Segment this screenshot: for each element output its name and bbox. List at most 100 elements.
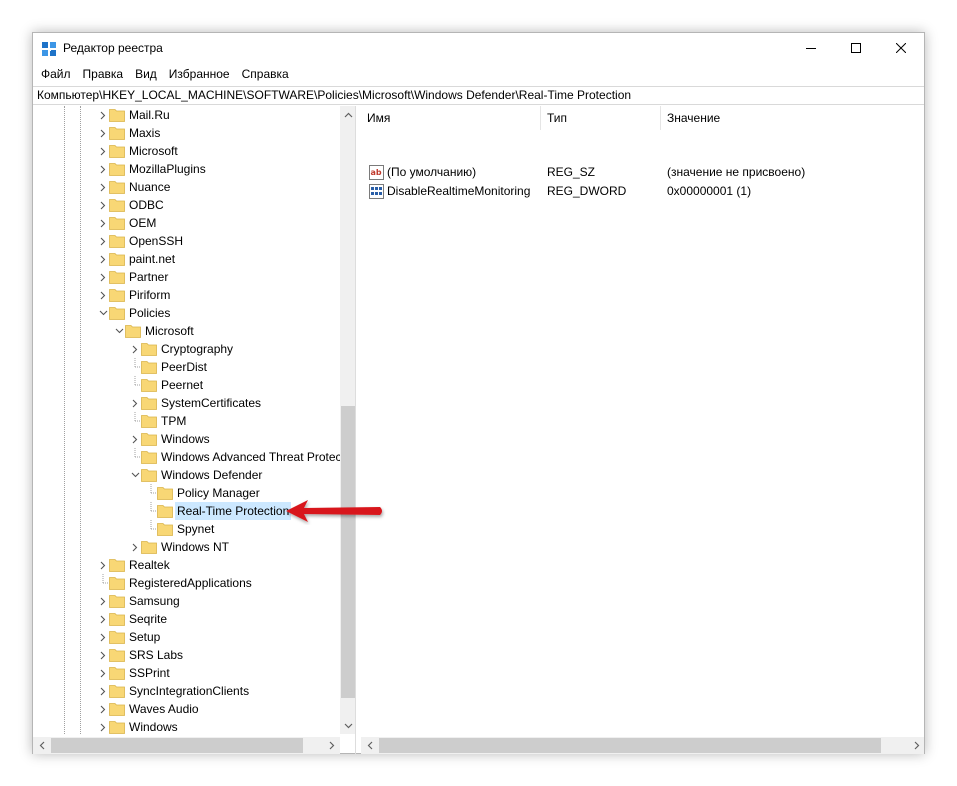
menu-file[interactable]: Файл <box>35 64 77 84</box>
collapse-chevron-down-icon[interactable] <box>129 466 141 484</box>
folder-icon <box>109 613 125 626</box>
expand-chevron-right-icon[interactable] <box>129 430 141 448</box>
folder-icon <box>109 109 125 122</box>
tree-node[interactable]: Waves Audio <box>33 700 340 718</box>
tree-connector-icon <box>129 376 141 394</box>
values-horizontal-scrollbar[interactable] <box>361 737 924 754</box>
value-type: REG_DWORD <box>547 184 627 198</box>
menu-help[interactable]: Справка <box>236 64 295 84</box>
expand-chevron-right-icon[interactable] <box>97 250 109 268</box>
tree-node[interactable]: Windows NT <box>33 538 340 556</box>
value-row[interactable]: ab (По умолчанию) REG_SZ (значение не пр… <box>361 163 924 182</box>
tree-node[interactable]: paint.net <box>33 250 340 268</box>
value-row[interactable]: DisableRealtimeMonitoring REG_DWORD 0x00… <box>361 182 924 201</box>
tree-node[interactable]: Setup <box>33 628 340 646</box>
chevron-up-icon <box>344 112 353 117</box>
column-header-type[interactable]: Тип <box>541 106 661 130</box>
expand-chevron-right-icon[interactable] <box>129 340 141 358</box>
expand-chevron-right-icon[interactable] <box>97 682 109 700</box>
folder-icon <box>157 505 173 518</box>
value-name: DisableRealtimeMonitoring <box>387 184 531 198</box>
expand-chevron-right-icon[interactable] <box>97 142 109 160</box>
tree-node[interactable]: Mail.Ru <box>33 106 340 124</box>
folder-icon <box>109 217 125 230</box>
expand-chevron-right-icon[interactable] <box>97 106 109 124</box>
tree-node[interactable]: OpenSSH <box>33 232 340 250</box>
tree-node[interactable]: Peernet <box>33 376 340 394</box>
expand-chevron-right-icon[interactable] <box>97 124 109 142</box>
expand-chevron-right-icon[interactable] <box>97 232 109 250</box>
folder-icon <box>141 541 157 554</box>
tree-vertical-scroll-thumb[interactable] <box>341 406 355 698</box>
expand-chevron-right-icon[interactable] <box>129 394 141 412</box>
expand-chevron-right-icon[interactable] <box>97 592 109 610</box>
menu-favorites[interactable]: Избранное <box>163 64 236 84</box>
tree-node[interactable]: Windows <box>33 718 340 734</box>
expand-chevron-right-icon[interactable] <box>97 556 109 574</box>
minimize-button[interactable] <box>788 33 834 63</box>
tree-node[interactable]: Windows Defender <box>33 466 340 484</box>
expand-chevron-right-icon[interactable] <box>97 628 109 646</box>
column-header-value[interactable]: Значение <box>661 106 924 130</box>
title-bar[interactable]: Редактор реестра <box>33 33 924 63</box>
close-button[interactable] <box>878 33 924 63</box>
address-bar[interactable]: Компьютер\HKEY_LOCAL_MACHINE\SOFTWARE\Po… <box>33 86 924 105</box>
folder-icon <box>109 559 125 572</box>
expand-chevron-right-icon[interactable] <box>97 178 109 196</box>
tree-vertical-scrollbar[interactable] <box>340 106 355 734</box>
collapse-chevron-down-icon[interactable] <box>113 322 125 340</box>
maximize-button[interactable] <box>833 33 879 63</box>
tree-horizontal-scroll-thumb[interactable] <box>51 738 303 753</box>
tree-node[interactable]: Realtek <box>33 556 340 574</box>
tree-horizontal-scrollbar[interactable] <box>33 737 340 754</box>
tree-node[interactable]: PeerDist <box>33 358 340 376</box>
scroll-down-arrow[interactable] <box>340 717 355 734</box>
expand-chevron-right-icon[interactable] <box>129 538 141 556</box>
expand-chevron-right-icon[interactable] <box>97 268 109 286</box>
tree-node[interactable]: MozillaPlugins <box>33 160 340 178</box>
tree-node[interactable]: SystemCertificates <box>33 394 340 412</box>
tree-node[interactable]: Windows <box>33 430 340 448</box>
tree-node[interactable]: Samsung <box>33 592 340 610</box>
expand-chevron-right-icon[interactable] <box>97 646 109 664</box>
expand-chevron-right-icon[interactable] <box>97 700 109 718</box>
tree-node[interactable]: Microsoft <box>33 142 340 160</box>
scroll-left-arrow[interactable] <box>33 737 50 754</box>
scroll-up-arrow[interactable] <box>340 106 355 123</box>
tree-node[interactable]: Policies <box>33 304 340 322</box>
menu-edit[interactable]: Правка <box>77 64 130 84</box>
expand-chevron-right-icon[interactable] <box>97 286 109 304</box>
menu-view[interactable]: Вид <box>129 64 163 84</box>
tree-node-label: Windows <box>161 432 210 446</box>
expand-chevron-right-icon[interactable] <box>97 610 109 628</box>
tree-node[interactable]: Partner <box>33 268 340 286</box>
scroll-left-arrow[interactable] <box>361 737 378 754</box>
expand-chevron-right-icon[interactable] <box>97 718 109 734</box>
values-horizontal-scroll-thumb[interactable] <box>379 738 881 753</box>
scroll-right-arrow[interactable] <box>323 737 340 754</box>
expand-chevron-right-icon[interactable] <box>97 196 109 214</box>
tree-node-label: Microsoft <box>129 144 178 158</box>
expand-chevron-right-icon[interactable] <box>97 160 109 178</box>
tree-node[interactable]: SRS Labs <box>33 646 340 664</box>
scroll-right-arrow[interactable] <box>908 737 924 754</box>
tree-node[interactable]: Cryptography <box>33 340 340 358</box>
folder-icon <box>141 433 157 446</box>
tree-node[interactable]: Nuance <box>33 178 340 196</box>
tree-node[interactable]: Microsoft <box>33 322 340 340</box>
tree-node[interactable]: OEM <box>33 214 340 232</box>
tree-node[interactable]: ODBC <box>33 196 340 214</box>
tree-node[interactable]: Seqrite <box>33 610 340 628</box>
tree-node[interactable]: Windows Advanced Threat Protect <box>33 448 340 466</box>
tree-node[interactable]: SSPrint <box>33 664 340 682</box>
column-header-name[interactable]: Имя <box>361 106 541 130</box>
tree-node[interactable]: TPM <box>33 412 340 430</box>
tree-node[interactable]: SyncIntegrationClients <box>33 682 340 700</box>
expand-chevron-right-icon[interactable] <box>97 214 109 232</box>
tree-node[interactable]: RegisteredApplications <box>33 574 340 592</box>
expand-chevron-right-icon[interactable] <box>97 664 109 682</box>
tree-node[interactable]: Maxis <box>33 124 340 142</box>
tree-node-label: Nuance <box>129 180 171 194</box>
collapse-chevron-down-icon[interactable] <box>97 304 109 322</box>
tree-node[interactable]: Piriform <box>33 286 340 304</box>
